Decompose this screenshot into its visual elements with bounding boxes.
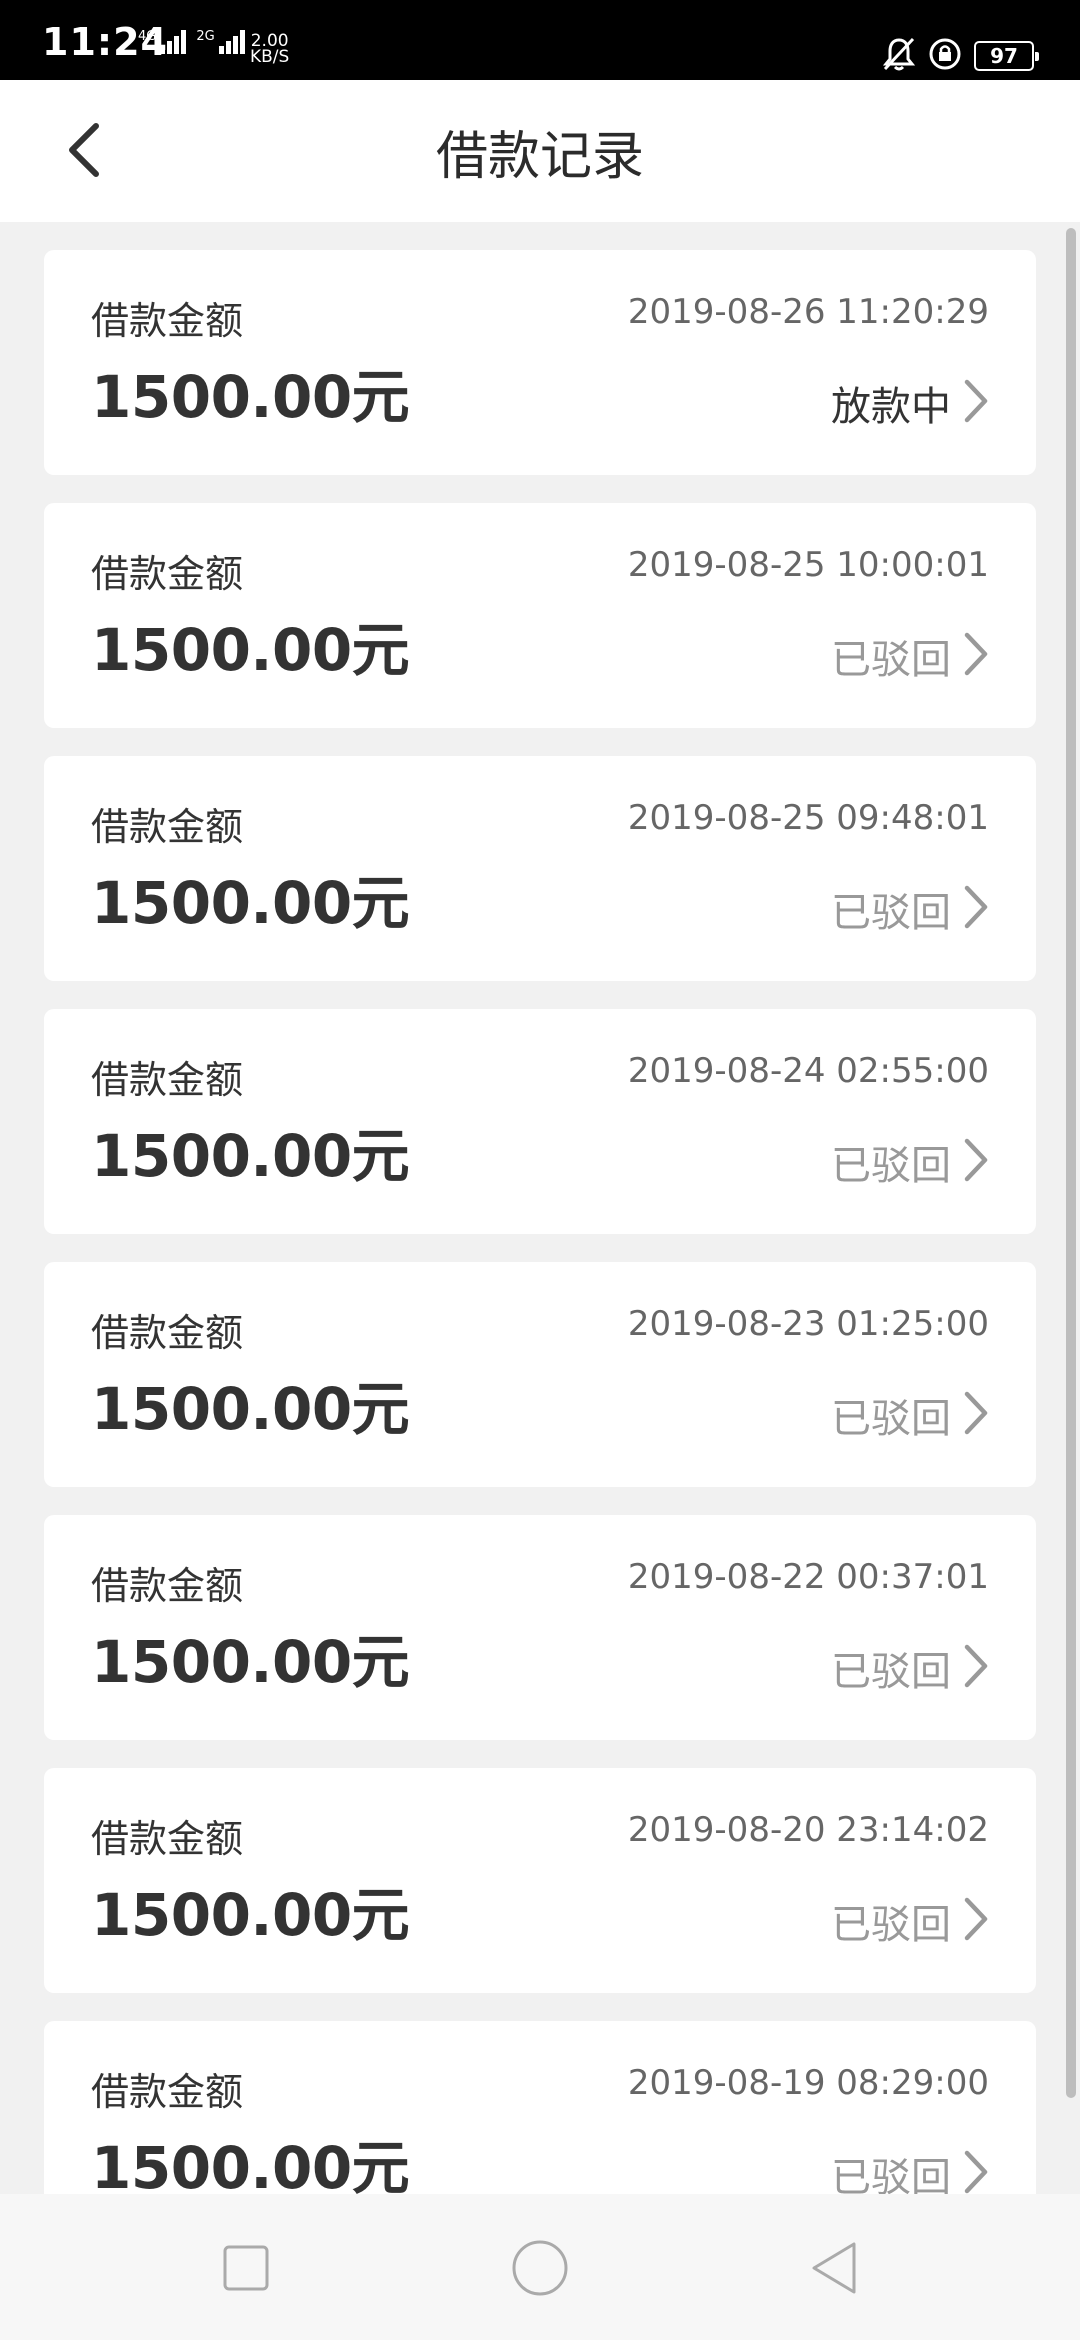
record-status[interactable]: 已驳回: [831, 1639, 989, 1697]
record-amount: 1500.00元: [91, 1375, 410, 1443]
record-card[interactable]: 借款金额 2019-08-19 08:29:00 1500.00元 已驳回: [44, 2021, 1036, 2194]
amount-label: 借款金额: [91, 299, 244, 343]
system-nav-bar: [0, 2194, 1080, 2340]
bell-muted-icon: [882, 36, 916, 76]
signal-4g-icon: 4G: [138, 29, 187, 54]
triangle-back-icon: [808, 2240, 860, 2300]
battery-level: 97: [990, 44, 1018, 68]
record-amount: 1500.00元: [91, 869, 410, 937]
record-status[interactable]: 已驳回: [831, 2145, 989, 2194]
record-amount: 1500.00元: [91, 1881, 410, 1949]
amount-label: 借款金额: [91, 1058, 244, 1102]
page-title: 借款记录: [435, 126, 644, 187]
back-button[interactable]: [44, 112, 124, 192]
header: 借款记录: [0, 80, 1080, 222]
record-card[interactable]: 借款金额 2019-08-23 01:25:00 1500.00元 已驳回: [44, 1262, 1036, 1487]
record-time: 2019-08-20 23:14:02: [627, 1810, 989, 1850]
status-text: 已驳回: [831, 2155, 951, 2194]
chevron-right-icon: [963, 631, 989, 681]
record-card[interactable]: 借款金额 2019-08-20 23:14:02 1500.00元 已驳回: [44, 1768, 1036, 1993]
record-amount: 1500.00元: [91, 2134, 410, 2194]
record-status[interactable]: 已驳回: [831, 880, 989, 938]
record-card[interactable]: 借款金额 2019-08-25 10:00:01 1500.00元 已驳回: [44, 503, 1036, 728]
chevron-right-icon: [963, 1896, 989, 1946]
status-text: 已驳回: [831, 1902, 951, 1948]
amount-label: 借款金额: [91, 805, 244, 849]
chevron-right-icon: [963, 1137, 989, 1187]
status-text: 已驳回: [831, 1396, 951, 1442]
chevron-right-icon: [963, 378, 989, 428]
chevron-right-icon: [963, 2149, 989, 2194]
status-bar: 11:24 4G 2G 2.00 KB/S 97: [0, 0, 1080, 80]
amount-label: 借款金额: [91, 552, 244, 596]
amount-label: 借款金额: [91, 1817, 244, 1861]
loan-record-list[interactable]: 借款金额 2019-08-26 11:20:29 1500.00元 放款中 借款…: [0, 222, 1080, 2194]
status-text: 已驳回: [831, 890, 951, 936]
record-card[interactable]: 借款金额 2019-08-26 11:20:29 1500.00元 放款中: [44, 250, 1036, 475]
signal-4g-label: 4G: [138, 29, 157, 44]
recent-apps-button[interactable]: [206, 2230, 286, 2310]
amount-label: 借款金额: [91, 1564, 244, 1608]
record-amount: 1500.00元: [91, 1122, 410, 1190]
record-card[interactable]: 借款金额 2019-08-25 09:48:01 1500.00元 已驳回: [44, 756, 1036, 981]
record-time: 2019-08-19 08:29:00: [627, 2063, 989, 2103]
record-time: 2019-08-25 10:00:01: [627, 545, 989, 585]
status-text: 已驳回: [831, 1143, 951, 1189]
amount-label: 借款金额: [91, 1311, 244, 1355]
record-card[interactable]: 借款金额 2019-08-24 02:55:00 1500.00元 已驳回: [44, 1009, 1036, 1234]
nav-back-button[interactable]: [794, 2230, 874, 2310]
chevron-right-icon: [963, 1643, 989, 1693]
circle-icon: [511, 2239, 569, 2301]
status-text: 放款中: [831, 384, 951, 430]
net-speed: 2.00 KB/S: [250, 33, 290, 67]
signal-2g-icon: 2G: [196, 29, 245, 54]
record-status[interactable]: 已驳回: [831, 1386, 989, 1444]
record-time: 2019-08-23 01:25:00: [627, 1304, 989, 1344]
record-status[interactable]: 已驳回: [831, 627, 989, 685]
record-time: 2019-08-26 11:20:29: [627, 292, 989, 332]
chevron-left-icon: [64, 120, 104, 184]
record-amount: 1500.00元: [91, 1628, 410, 1696]
record-amount: 1500.00元: [91, 616, 410, 684]
home-button[interactable]: [500, 2230, 580, 2310]
amount-label: 借款金额: [91, 2070, 244, 2114]
chevron-right-icon: [963, 884, 989, 934]
record-status[interactable]: 已驳回: [831, 1892, 989, 1950]
status-text: 已驳回: [831, 1649, 951, 1695]
record-card[interactable]: 借款金额 2019-08-22 00:37:01 1500.00元 已驳回: [44, 1515, 1036, 1740]
record-time: 2019-08-25 09:48:01: [627, 798, 989, 838]
square-icon: [222, 2244, 270, 2296]
status-text: 已驳回: [831, 637, 951, 683]
rotation-lock-icon: [928, 37, 962, 75]
record-time: 2019-08-22 00:37:01: [627, 1557, 989, 1597]
scrollbar[interactable]: [1066, 228, 1076, 2098]
signal-2g-label: 2G: [196, 29, 215, 44]
record-amount: 1500.00元: [91, 363, 410, 431]
record-time: 2019-08-24 02:55:00: [627, 1051, 989, 1091]
record-status[interactable]: 放款中: [831, 374, 989, 432]
battery-icon: 97: [974, 41, 1039, 71]
signal-indicators: 4G 2G: [138, 30, 245, 54]
status-right-icons: 97: [882, 36, 1039, 76]
net-speed-unit: KB/S: [250, 47, 290, 67]
chevron-right-icon: [963, 1390, 989, 1440]
record-status[interactable]: 已驳回: [831, 1133, 989, 1191]
